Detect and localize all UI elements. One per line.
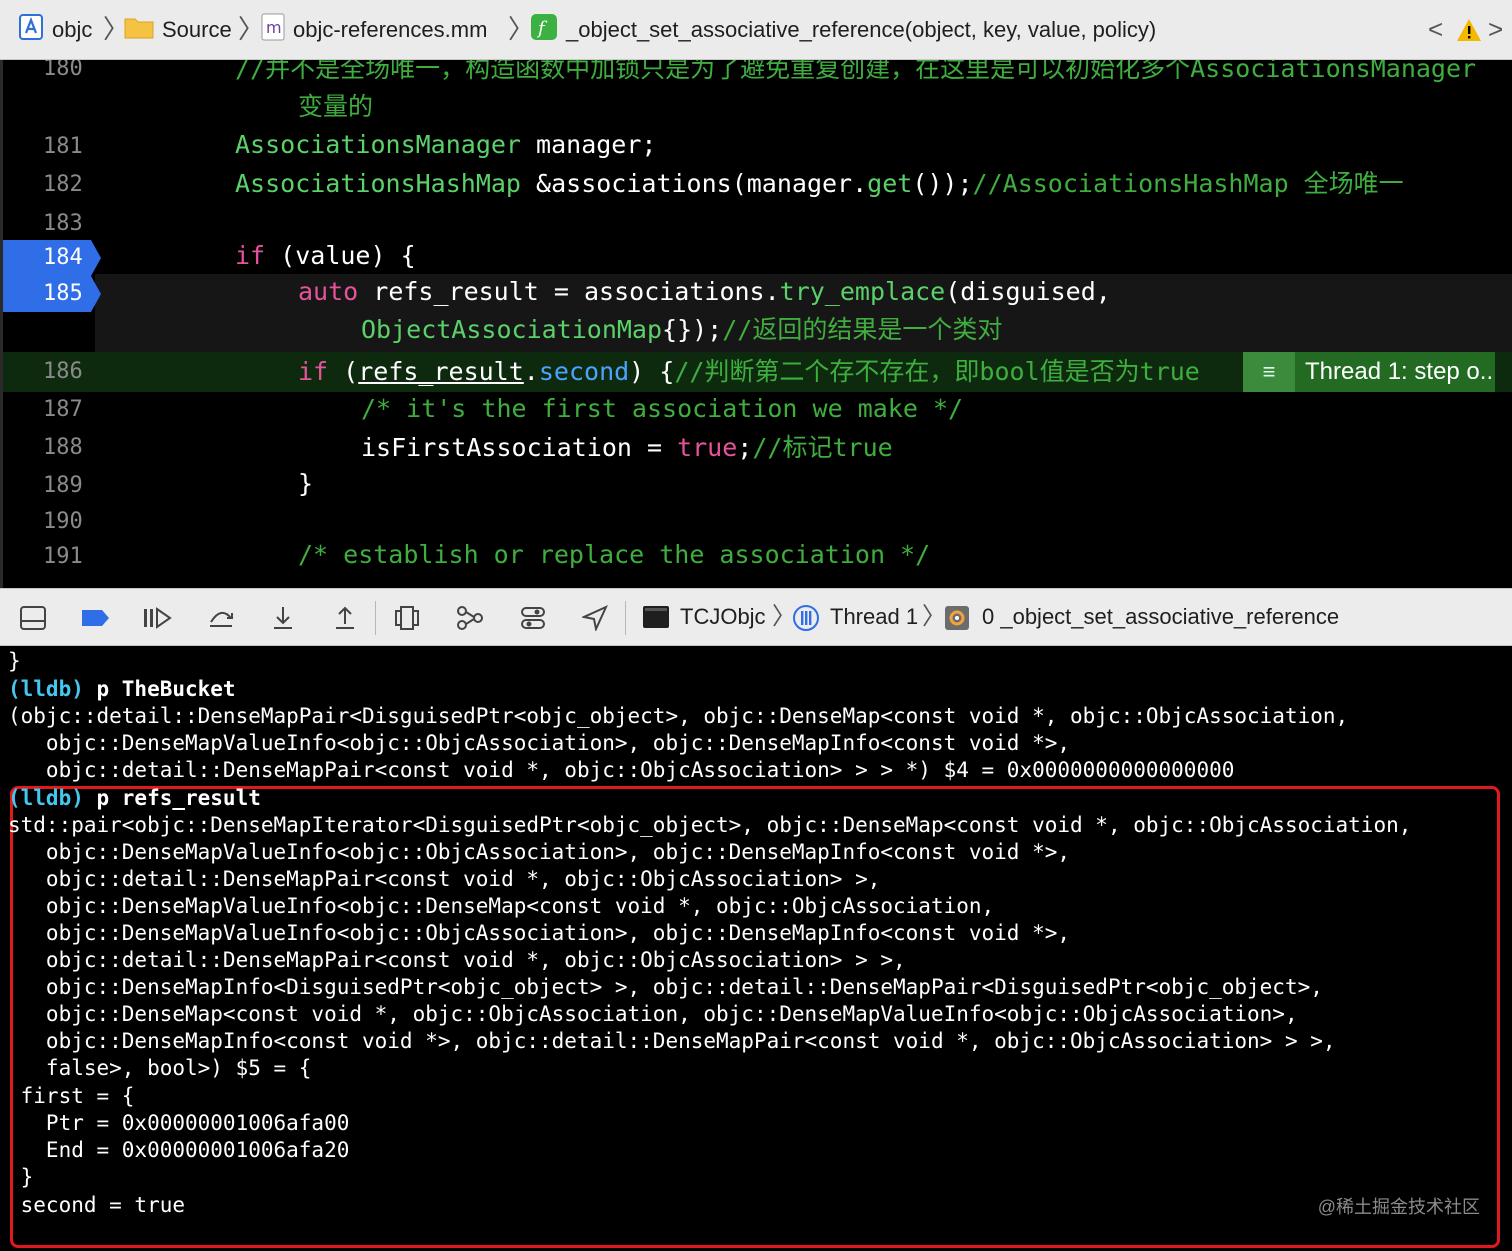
memory-graph-icon[interactable] xyxy=(455,603,485,633)
console-line: Ptr = 0x00000001006afa00 xyxy=(8,1111,350,1135)
console-line: objc::DenseMap<const void *, objc::ObjcA… xyxy=(8,1002,1298,1026)
console-line: objc::detail::DenseMapPair<const void *,… xyxy=(8,867,881,891)
thread-badge-label: Thread 1: step o... xyxy=(1295,352,1495,392)
app-target-icon xyxy=(642,605,670,634)
console-line: objc::DenseMapInfo<const void *>, objc::… xyxy=(8,1029,1336,1053)
lldb-console[interactable]: } (lldb) p TheBucket (objc::detail::Dens… xyxy=(0,646,1512,1251)
code-line: ObjectAssociationMap{});//返回的结果是一个类对 xyxy=(361,315,1003,344)
continue-icon[interactable] xyxy=(142,603,172,633)
line-number: 189 xyxy=(43,473,83,498)
code-line: } xyxy=(298,469,314,498)
console-line: objc::DenseMapValueInfo<objc::ObjcAssoci… xyxy=(8,731,1071,755)
console-line: End = 0x00000001006afa20 xyxy=(8,1138,350,1162)
simulate-location-icon[interactable] xyxy=(580,603,610,633)
environment-overrides-icon[interactable] xyxy=(518,603,548,633)
step-into-icon[interactable] xyxy=(268,603,298,633)
code-line: if (value) { xyxy=(235,241,416,270)
console-line: second = true xyxy=(8,1193,186,1217)
debug-thread-label[interactable]: Thread 1 xyxy=(830,589,918,645)
code-comment: /* it's the first association we make */ xyxy=(361,394,964,423)
console-command: (lldb) p TheBucket xyxy=(8,677,236,701)
console-line: } xyxy=(8,649,21,673)
console-line: std::pair<objc::DenseMapIterator<Disguis… xyxy=(8,813,1412,837)
line-number: 183 xyxy=(43,211,83,236)
jump-bar: objc 〉 Source 〉 m objc-references.mm 〉 f… xyxy=(0,0,1512,60)
debug-frame-label[interactable]: 0 _object_set_associative_reference xyxy=(982,589,1339,645)
toolbar-divider xyxy=(375,601,376,635)
crumb-file[interactable]: m objc-references.mm xyxy=(261,0,487,60)
crumb-function-label: _object_set_associative_reference(object… xyxy=(566,17,1157,42)
folder-icon xyxy=(124,15,154,45)
console-line: } xyxy=(8,1165,34,1189)
line-number: 188 xyxy=(43,435,83,460)
watermark: @稀土掘金技术社区 xyxy=(1317,1197,1480,1217)
crumb-project[interactable]: objc xyxy=(18,0,92,60)
debug-target-label[interactable]: TCJObjc xyxy=(680,589,766,645)
console-line: first = { xyxy=(8,1084,135,1108)
line-number: 187 xyxy=(43,397,83,422)
code-comment: //并不是全场唯一，构造函数中加锁只是为了避免重复创建，在这里是可以初始化多个A… xyxy=(235,60,1477,83)
console-line: objc::detail::DenseMapPair<const void *,… xyxy=(8,758,1235,782)
console-line: objc::detail::DenseMapPair<const void *,… xyxy=(8,948,906,972)
chevron-right-icon: 〉 xyxy=(922,603,946,630)
line-number: 191 xyxy=(43,544,83,569)
stack-frame-icon xyxy=(944,605,970,636)
code-line: if (refs_result.second) {//判断第二个存不存在，即bo… xyxy=(298,357,1200,386)
console-line: false>, bool>) $5 = { xyxy=(8,1056,312,1080)
console-command: (lldb) p refs_result xyxy=(8,786,261,810)
view-hierarchy-icon[interactable] xyxy=(392,603,422,633)
line-number: 182 xyxy=(43,172,83,197)
line-number: 190 xyxy=(43,509,83,534)
code-line: AssociationsManager manager; xyxy=(235,130,657,159)
chevron-left-icon[interactable]: < xyxy=(1428,16,1443,42)
console-line: objc::DenseMapValueInfo<objc::DenseMap<c… xyxy=(8,894,995,918)
source-editor[interactable]: 180 //并不是全场唯一，构造函数中加锁只是为了避免重复创建，在这里是可以初始… xyxy=(0,60,1512,588)
line-number: 180 xyxy=(43,60,83,81)
svg-text:m: m xyxy=(266,18,282,37)
code-line: auto refs_result = associations.try_empl… xyxy=(298,277,1111,306)
xcode-project-icon xyxy=(18,13,44,47)
step-over-icon[interactable] xyxy=(206,603,236,633)
objc-file-icon: m xyxy=(261,13,285,47)
chevron-right-icon[interactable]: > xyxy=(1488,16,1503,42)
crumb-file-label: objc-references.mm xyxy=(293,17,488,42)
menu-lines-icon: ≡ xyxy=(1243,352,1295,392)
crumb-function[interactable]: f _object_set_associative_reference(obje… xyxy=(530,0,1156,60)
toolbar-divider xyxy=(625,601,626,635)
warning-icon[interactable] xyxy=(1456,18,1482,47)
console-line: objc::DenseMapValueInfo<objc::ObjcAssoci… xyxy=(8,840,1071,864)
function-icon: f xyxy=(530,13,558,47)
hide-console-icon[interactable] xyxy=(18,603,48,633)
code-line: AssociationsHashMap &associations(manage… xyxy=(235,169,1404,198)
code-comment: 变量的 xyxy=(298,92,374,121)
line-number: 181 xyxy=(43,134,83,159)
breakpoints-toggle-icon[interactable] xyxy=(80,603,110,633)
debug-bar: TCJObjc 〉 Thread 1 〉 0 _object_set_assoc… xyxy=(0,588,1512,646)
crumb-project-label: objc xyxy=(52,17,93,42)
console-line: objc::DenseMapInfo<DisguisedPtr<objc_obj… xyxy=(8,975,1323,999)
line-number: 186 xyxy=(43,359,83,384)
breakpoint-marker[interactable]: 185 xyxy=(3,276,101,312)
step-out-icon[interactable] xyxy=(330,603,360,633)
crumb-folder-label: Source xyxy=(162,17,232,42)
console-line: (objc::detail::DenseMapPair<DisguisedPtr… xyxy=(8,704,1349,728)
breakpoint-marker[interactable]: 184 xyxy=(3,240,101,276)
thread-icon xyxy=(792,604,820,637)
crumb-folder[interactable]: Source xyxy=(124,0,232,60)
code-comment: /* establish or replace the association … xyxy=(298,540,931,569)
code-line: isFirstAssociation = true;//标记true xyxy=(361,433,893,462)
thread-badge[interactable]: ≡ Thread 1: step o... xyxy=(1243,352,1495,392)
console-line: objc::DenseMapValueInfo<objc::ObjcAssoci… xyxy=(8,921,1071,945)
